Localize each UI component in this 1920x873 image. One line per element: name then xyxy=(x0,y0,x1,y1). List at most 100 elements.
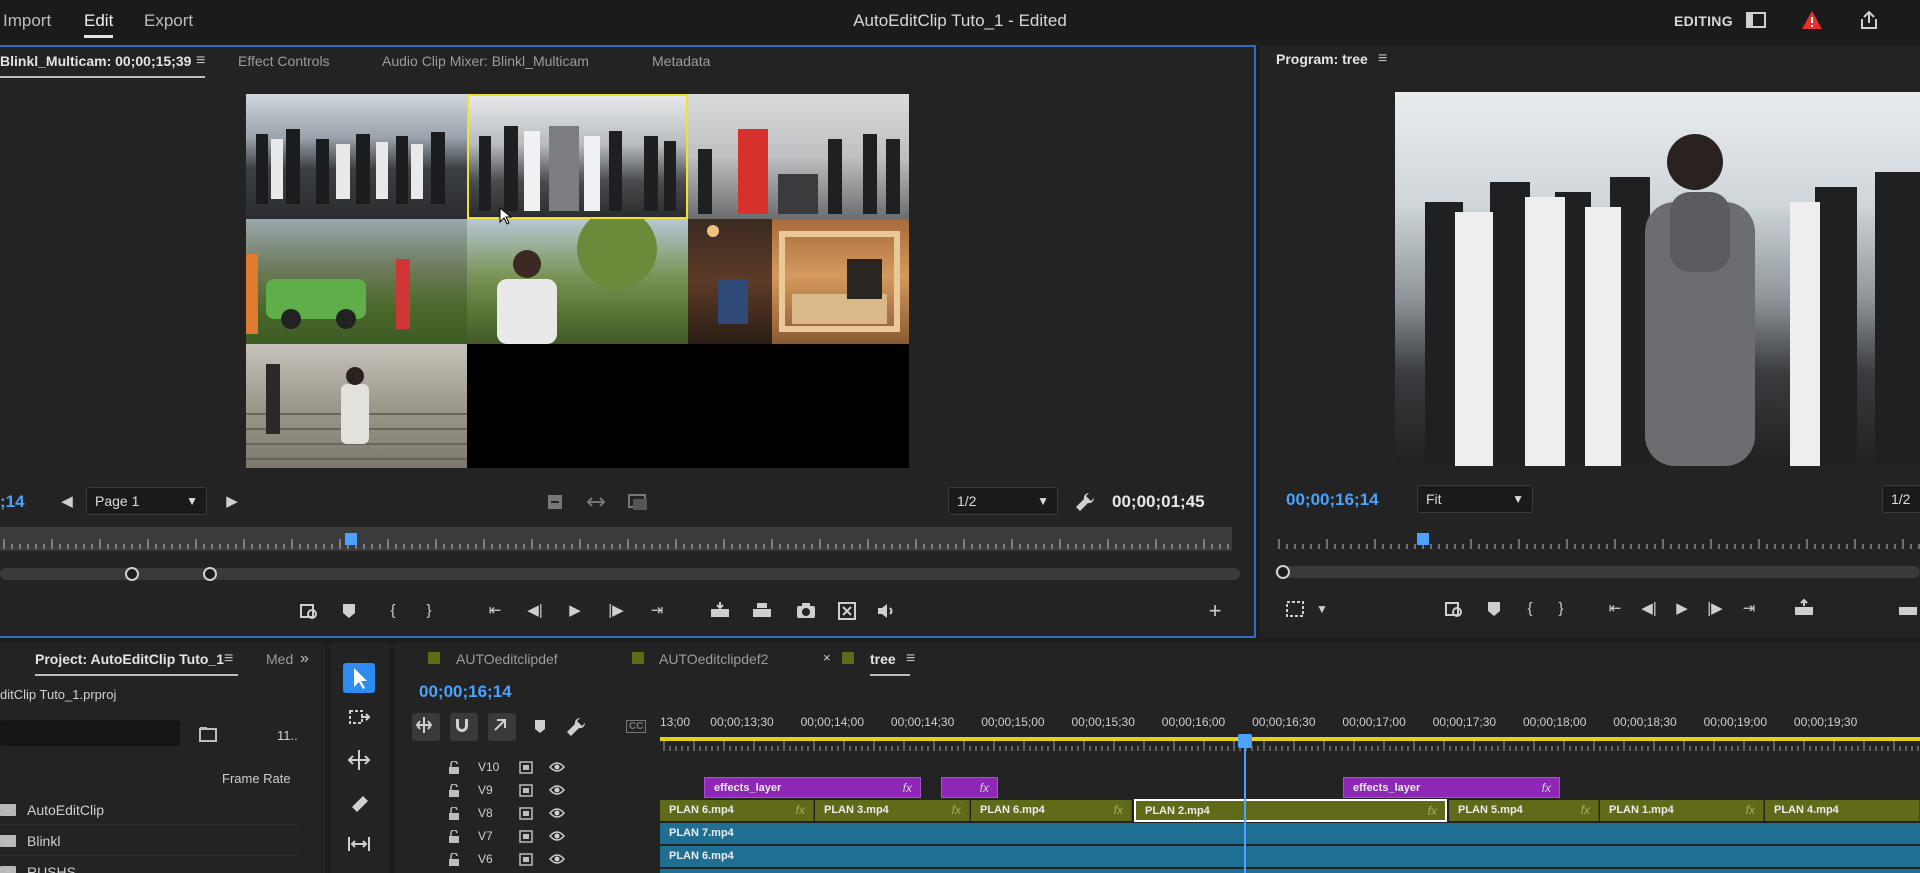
step-back-icon[interactable]: ◀| xyxy=(1637,597,1661,621)
overwrite-clip-icon[interactable] xyxy=(750,599,774,623)
track-label[interactable]: V6 xyxy=(478,852,493,866)
tab-sequence-autoeditclipdef2[interactable]: AUTOeditclipdef2 xyxy=(659,651,768,667)
program-zoom-scrollbar[interactable] xyxy=(1275,566,1920,578)
mark-in-icon[interactable]: { xyxy=(1518,597,1542,621)
camera-angle-4[interactable] xyxy=(246,219,467,344)
timeline-clip-effects-layer[interactable]: effects_layer fx xyxy=(1343,777,1560,798)
eye-icon[interactable] xyxy=(549,761,565,773)
track-select-tool-icon[interactable] xyxy=(343,703,375,733)
prev-page-icon[interactable]: ◀ xyxy=(55,490,79,514)
tab-sequence-tree[interactable]: tree xyxy=(870,651,910,676)
timeline-tracks-area[interactable]: effects_layer fx fx effects_layer fx PLAN … xyxy=(660,756,1920,873)
nest-sequence-icon[interactable] xyxy=(412,713,440,741)
lock-icon[interactable] xyxy=(448,853,460,866)
sync-lock-icon[interactable] xyxy=(519,830,533,843)
tab-sequence-autoeditclipdef[interactable]: AUTOeditclipdef xyxy=(456,651,558,667)
list-item[interactable]: AutoEditClip xyxy=(0,795,300,825)
eye-icon[interactable] xyxy=(549,807,565,819)
timeline-timecode[interactable]: 00;00;16;14 xyxy=(419,682,512,702)
add-marker-icon[interactable] xyxy=(1482,597,1506,621)
multicam-toggle-icon[interactable] xyxy=(835,599,859,623)
razor-tool-icon[interactable] xyxy=(343,787,375,817)
timeline-clip-video[interactable]: PLAN 6.mp4 fx xyxy=(660,800,814,821)
timeline-clip-video[interactable]: PLAN 5.mp4 fx xyxy=(1449,800,1599,821)
insert-icon[interactable] xyxy=(543,490,567,514)
warning-icon[interactable] xyxy=(1801,10,1823,30)
panel-menu-icon[interactable]: ≡ xyxy=(906,650,915,668)
step-back-icon[interactable]: ◀| xyxy=(523,599,547,623)
selection-tool-icon[interactable] xyxy=(343,663,375,693)
sync-lock-icon[interactable] xyxy=(519,784,533,797)
play-icon[interactable]: ▶ xyxy=(1670,597,1694,621)
fit-select[interactable]: Fit ▼ xyxy=(1417,485,1533,513)
tab-effect-controls[interactable]: Effect Controls xyxy=(238,53,330,69)
timeline-clip-video[interactable]: PLAN 6.mp4 fx xyxy=(971,800,1132,821)
timeline-clip-video[interactable]: PLAN 6.mp4 xyxy=(660,846,1920,867)
camera-angle-8[interactable] xyxy=(246,344,467,468)
track-header[interactable]: V9 xyxy=(394,779,660,802)
mark-in-icon[interactable]: { xyxy=(381,599,405,623)
close-tab-icon[interactable]: × xyxy=(823,650,831,665)
timeline-time-ruler[interactable]: 13;00 00;00;13;30 00;00;14;00 00;00;14;30 00… xyxy=(660,713,1920,753)
timeline-clip-effects-layer[interactable]: fx xyxy=(941,777,998,798)
camera-angle-6[interactable] xyxy=(688,219,772,344)
camera-angle-1[interactable] xyxy=(246,94,467,219)
program-zoom-handle[interactable] xyxy=(1276,565,1290,579)
source-timecode[interactable]: ;14 xyxy=(0,492,25,512)
panel-menu-icon[interactable]: ≡ xyxy=(196,52,205,70)
new-bin-icon[interactable] xyxy=(196,722,220,746)
timeline-clip-video-selected[interactable]: PLAN 2.mp4 fx xyxy=(1134,799,1447,822)
linked-selection-icon[interactable] xyxy=(488,713,516,741)
tab-multicam-source[interactable]: Blinkl_Multicam: 00;00;15;39 xyxy=(0,53,206,78)
tab-media-browser[interactable]: Med xyxy=(266,651,293,667)
timeline-playhead-line[interactable] xyxy=(1244,743,1246,873)
track-header[interactable]: V7 xyxy=(394,825,660,848)
wrench-icon[interactable] xyxy=(1073,490,1097,514)
mark-out-icon[interactable]: } xyxy=(1549,597,1573,621)
eye-icon[interactable] xyxy=(549,853,565,865)
source-zoom-scrollbar[interactable] xyxy=(0,568,1240,580)
track-label[interactable]: V9 xyxy=(478,783,493,797)
list-item[interactable]: RUSHS xyxy=(0,857,300,873)
timeline-clip-video[interactable]: PLAN 3.mp4 fx xyxy=(815,800,970,821)
program-resolution-select[interactable]: 1/2 xyxy=(1882,485,1920,513)
tab-project[interactable]: Project: AutoEditClip Tuto_1 xyxy=(35,651,238,676)
timeline-clip-video[interactable]: PLAN 1.mp4 fx xyxy=(1600,800,1764,821)
program-video-frame[interactable] xyxy=(1395,92,1920,466)
timeline-clip-effects-layer[interactable]: effects_layer fx xyxy=(704,777,921,798)
go-to-in-icon[interactable]: ⇤ xyxy=(483,599,507,623)
sync-lock-icon[interactable] xyxy=(519,761,533,774)
add-button-icon[interactable]: + xyxy=(1203,599,1227,623)
wrench-icon[interactable] xyxy=(564,715,588,739)
program-timecode[interactable]: 00;00;16;14 xyxy=(1286,490,1379,510)
snap-magnet-icon[interactable] xyxy=(450,713,478,741)
camera-angle-3[interactable] xyxy=(688,94,909,219)
trim-icon[interactable] xyxy=(584,490,608,514)
slip-tool-icon[interactable] xyxy=(343,829,375,859)
zoom-handle-right[interactable] xyxy=(203,567,217,581)
add-marker-icon[interactable] xyxy=(528,715,552,739)
panel-menu-icon[interactable]: ≡ xyxy=(1378,50,1387,68)
tab-metadata[interactable]: Metadata xyxy=(652,53,710,69)
lock-icon[interactable] xyxy=(448,784,460,797)
camera-icon[interactable] xyxy=(794,599,818,623)
page-select[interactable]: Page 1 ▼ xyxy=(86,487,207,515)
lock-icon[interactable] xyxy=(448,807,460,820)
tab-audio-clip-mixer[interactable]: Audio Clip Mixer: Blinkl_Multicam xyxy=(382,53,589,69)
timeline-clip-video[interactable]: PLAN 4.mp4 xyxy=(1765,800,1920,821)
camera-angle-7[interactable] xyxy=(772,219,909,344)
project-search-input[interactable] xyxy=(0,720,180,746)
safe-margins-icon[interactable] xyxy=(1283,597,1307,621)
volume-icon[interactable] xyxy=(874,599,898,623)
track-label[interactable]: V7 xyxy=(478,829,493,843)
timeline-clip-video[interactable] xyxy=(660,869,1920,873)
chevron-down-icon[interactable]: ▼ xyxy=(1310,597,1334,621)
menu-import[interactable]: Import xyxy=(3,0,51,40)
export-frame-icon[interactable] xyxy=(626,490,650,514)
go-to-out-icon[interactable]: ⇥ xyxy=(645,599,669,623)
play-icon[interactable]: ▶ xyxy=(563,599,587,623)
list-item[interactable]: Blinkl xyxy=(0,826,300,856)
next-page-icon[interactable]: ▶ xyxy=(220,490,244,514)
ripple-edit-tool-icon[interactable] xyxy=(343,745,375,775)
sync-lock-icon[interactable] xyxy=(519,807,533,820)
